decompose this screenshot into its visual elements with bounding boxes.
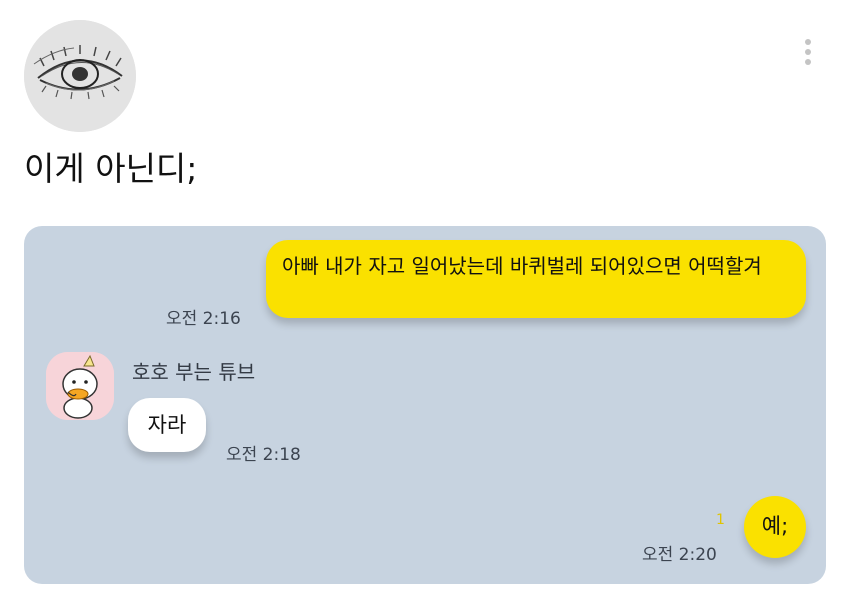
- sender-name: 호호 부는 튜브: [132, 360, 256, 384]
- chat-screenshot: 아빠 내가 자고 일어났는데 바퀴벌레 되어있으면 어떡할겨 오전 2:16 호…: [24, 226, 826, 584]
- sent-message-bubble: 예;: [744, 496, 806, 558]
- message-timestamp: 오전 2:18: [226, 445, 301, 465]
- message-timestamp: 오전 2:20: [642, 545, 717, 565]
- message-timestamp: 오전 2:16: [166, 309, 241, 329]
- profile-avatar[interactable]: [24, 20, 136, 132]
- duck-character-icon: [46, 352, 114, 420]
- post-text: 이게 아닌디;: [24, 149, 198, 188]
- sent-message-bubble: 아빠 내가 자고 일어났는데 바퀴벌레 되어있으면 어떡할겨: [266, 240, 806, 318]
- unread-count: 1: [716, 512, 725, 528]
- received-message-bubble: 자라: [128, 398, 206, 452]
- friend-avatar: [46, 352, 114, 420]
- vertical-dots-icon[interactable]: [798, 36, 818, 72]
- eye-sketch-icon: [24, 20, 136, 132]
- post-page: 이게 아닌디; 아빠 내가 자고 일어났는데 바퀴벌레 되어있으면 어떡할겨 오…: [0, 0, 850, 604]
